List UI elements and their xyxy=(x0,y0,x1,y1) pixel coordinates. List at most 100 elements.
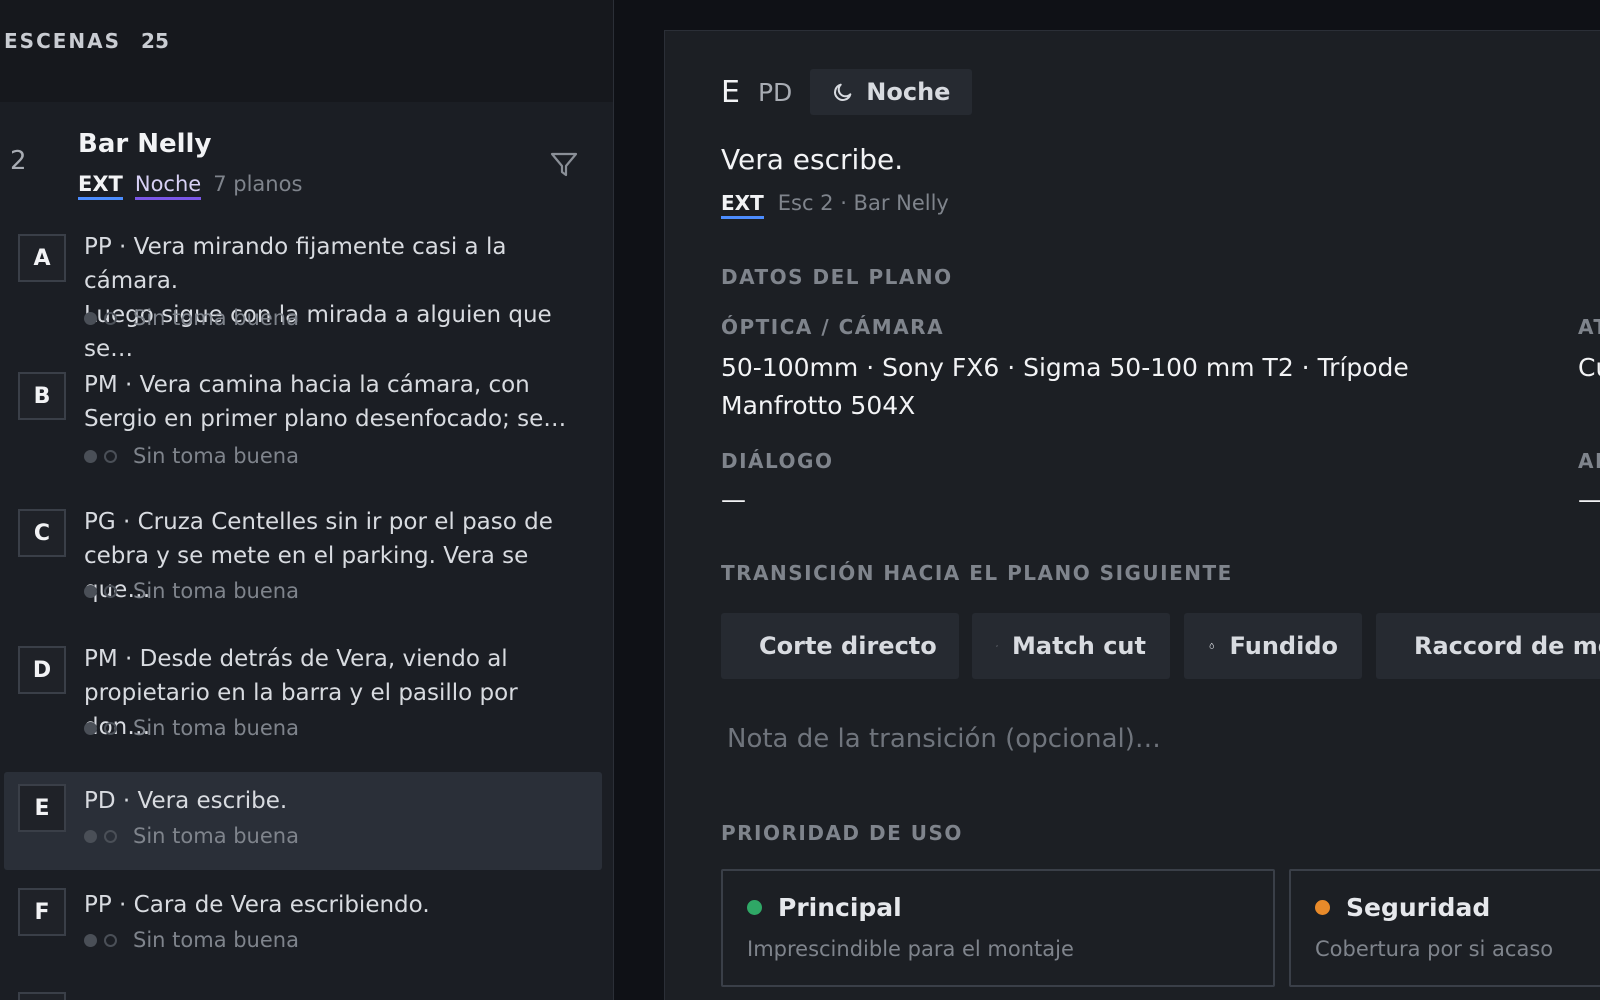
transition-fade-button[interactable]: Fundido xyxy=(1184,613,1362,679)
shot-description: PD · Vera escribe. xyxy=(84,784,584,818)
transition-match-cut-button[interactable]: Match cut xyxy=(972,613,1170,679)
transition-label-text: Fundido xyxy=(1229,632,1338,660)
scene-tag-ext: EXT xyxy=(78,172,123,200)
priority-subtitle: Imprescindible para el montaje xyxy=(747,937,1074,961)
shot-tag-ext: EXT xyxy=(721,191,764,219)
shot-letter-badge: A xyxy=(18,234,66,282)
shot-item-a[interactable]: A PP · Vera mirando fijamente casi a la … xyxy=(4,226,602,362)
priority-title-text: Principal xyxy=(778,893,902,922)
shot-status-label: Sin toma buena xyxy=(133,579,299,603)
scene-tags: EXT Noche 7 planos xyxy=(78,172,302,200)
green-status-dot-icon xyxy=(747,900,762,915)
section-shot-data: DATOS DEL PLANO xyxy=(721,265,953,289)
right-column-value-2[interactable]: — xyxy=(1578,481,1600,519)
shot-item-c[interactable]: C PG · Cruza Centelles sin ir por el pas… xyxy=(4,501,602,625)
shot-scene-ref: EXT Esc 2 · Bar Nelly xyxy=(721,191,949,219)
take-dot-empty-icon xyxy=(104,311,117,325)
take-dot-empty-icon xyxy=(104,829,117,843)
take-dot-empty-icon xyxy=(104,933,117,947)
drop-icon xyxy=(1209,642,1214,649)
shot-status: Sin toma buena xyxy=(84,444,299,468)
filter-icon[interactable] xyxy=(548,148,580,180)
transition-label: TRANSICIÓN HACIA EL PLANO SIGUIENTE xyxy=(721,561,1233,585)
scene-name: Bar Nelly xyxy=(78,129,212,159)
priority-title-text: Seguridad xyxy=(1346,893,1491,922)
time-of-day-label: Noche xyxy=(866,78,951,106)
shot-description-line: PP · Cara de Vera escribiendo. xyxy=(84,892,430,918)
take-dot-empty-icon xyxy=(104,584,117,598)
optics-value[interactable]: 50-100mm · Sony FX6 · Sigma 50-100 mm T2… xyxy=(721,349,1481,425)
take-dot-filled-icon xyxy=(84,311,97,325)
shot-description: PP · Cara de Vera escribiendo. xyxy=(84,888,584,922)
scene-number: 2 xyxy=(10,146,27,176)
shot-type: PD xyxy=(757,77,793,107)
right-column-label: AT xyxy=(1578,315,1600,339)
shot-item-f[interactable]: F PP · Cara de Vera escribiendo. Sin tom… xyxy=(4,876,602,976)
shot-status-label: Sin toma buena xyxy=(133,928,299,952)
sidebar-header: ESCENAS 25 xyxy=(0,0,613,102)
shot-status: Sin toma buena xyxy=(84,928,299,952)
shot-status: Sin toma buena xyxy=(84,579,299,603)
shot-letter-badge xyxy=(18,992,66,1000)
transition-label-text: Match cut xyxy=(1011,632,1146,660)
take-dot-filled-icon xyxy=(84,584,97,598)
dialog-value[interactable]: — xyxy=(721,481,746,519)
shot-description: PP · Vera mirando fijamente casi a la cá… xyxy=(84,230,584,366)
scenes-sidebar: ESCENAS 25 2 Bar Nelly EXT Noche 7 plano… xyxy=(0,0,614,1000)
optics-label: ÓPTICA / CÁMARA xyxy=(721,315,945,339)
scene-shots-count: 7 planos xyxy=(213,172,303,196)
shot-letter: E xyxy=(721,74,740,110)
take-dot-filled-icon xyxy=(84,829,97,843)
take-dot-filled-icon xyxy=(84,721,97,735)
priority-subtitle: Cobertura por si acaso xyxy=(1315,937,1554,961)
shot-letter-badge: F xyxy=(18,888,66,936)
shot-detail-header: E PD Noche xyxy=(721,69,973,115)
shot-title[interactable]: Vera escribe. xyxy=(721,143,903,176)
moon-icon xyxy=(834,83,852,101)
shot-description-line: PM · Vera camina hacia la cámara, con xyxy=(84,372,530,398)
shot-letter-badge: E xyxy=(18,784,66,832)
shot-status-label: Sin toma buena xyxy=(133,306,299,330)
transition-cut-button[interactable]: Corte directo xyxy=(721,613,959,679)
shot-status-label: Sin toma buena xyxy=(133,716,299,740)
scene-tag-time: Noche xyxy=(134,172,202,200)
shot-description-line: PD · Vera escribe. xyxy=(84,788,288,814)
scenes-count: 25 xyxy=(141,29,169,53)
transition-label-text: Corte directo xyxy=(759,632,937,660)
shot-item-d[interactable]: D PM · Desde detrás de Vera, viendo al p… xyxy=(4,638,602,762)
dialog-label: DIÁLOGO xyxy=(721,449,834,473)
optics-value-line: Manfrotto 504X xyxy=(721,391,916,420)
shot-description-line: PG · Cruza Centelles sin ir por el paso … xyxy=(84,509,553,535)
time-of-day-badge[interactable]: Noche xyxy=(810,69,973,115)
shot-description-line: PM · Desde detrás de Vera, viendo al xyxy=(84,646,508,672)
shot-description-line: Sergio en primer plano desenfocado; se… xyxy=(84,406,567,432)
transition-label-text: Raccord de mo xyxy=(1414,632,1600,660)
transition-note-input[interactable] xyxy=(721,711,1581,767)
shot-detail-panel: E PD Noche Vera escribe. EXT Esc 2 · Bar… xyxy=(664,30,1600,1000)
shot-description-line: PP · Vera mirando fijamente casi a la cá… xyxy=(84,234,507,294)
transition-raccord-button[interactable]: Raccord de mo xyxy=(1376,613,1600,679)
sidebar-title: ESCENAS xyxy=(4,29,122,53)
shot-status: Sin toma buena xyxy=(84,716,299,740)
shot-status-label: Sin toma buena xyxy=(133,824,299,848)
shot-status: Sin toma buena xyxy=(84,306,299,330)
shot-letter-badge: B xyxy=(18,372,66,420)
priority-seguridad-card[interactable]: Seguridad Cobertura por si acaso xyxy=(1289,869,1600,987)
priority-principal-card[interactable]: Principal Imprescindible para el montaje xyxy=(721,869,1275,987)
shot-item-next[interactable] xyxy=(4,990,602,1000)
shot-description: PM · Vera camina hacia la cámara, con Se… xyxy=(84,368,584,436)
shot-item-b[interactable]: B PM · Vera camina hacia la cámara, con … xyxy=(4,364,602,488)
right-column-label-2: AN xyxy=(1578,449,1600,473)
shot-status-label: Sin toma buena xyxy=(133,444,299,468)
right-column-value[interactable]: Cu xyxy=(1578,349,1600,387)
priority-title: Principal xyxy=(747,893,902,922)
shot-letter-badge: D xyxy=(18,646,66,694)
orange-status-dot-icon xyxy=(1315,900,1330,915)
shot-item-e[interactable]: E PD · Vera escribe. Sin toma buena xyxy=(4,772,602,870)
take-dot-filled-icon xyxy=(84,933,97,947)
scene-header[interactable]: 2 Bar Nelly EXT Noche 7 planos xyxy=(0,102,613,226)
take-dot-empty-icon xyxy=(104,449,117,463)
priority-label: PRIORIDAD DE USO xyxy=(721,821,963,845)
link-icon xyxy=(996,645,998,647)
take-dot-empty-icon xyxy=(104,721,117,735)
